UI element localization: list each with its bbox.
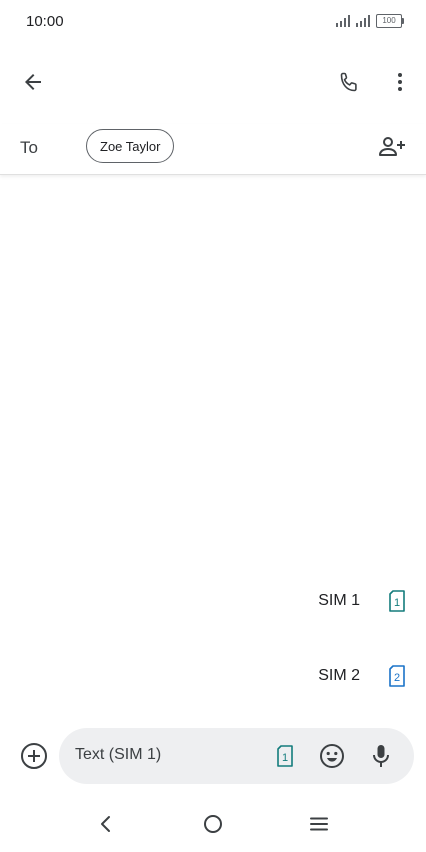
add-recipient-button[interactable]: [372, 127, 412, 167]
sim-card-icon: 1: [277, 745, 293, 767]
nav-back-icon: [101, 816, 110, 832]
battery-icon: 100: [376, 14, 404, 28]
voice-input-button[interactable]: [361, 736, 401, 776]
message-input[interactable]: Text (SIM 1) 1: [59, 728, 414, 784]
sim-option-1[interactable]: SIM 1 1: [318, 586, 406, 616]
nav-home-icon: [204, 815, 222, 833]
screen: 10:00 100 To Zoe Taylor SIM 1 1 SIM 2 2 …: [0, 0, 426, 852]
more-vert-icon: [398, 73, 402, 91]
sim-badge: 1: [394, 597, 400, 609]
emoji-icon: [320, 744, 344, 768]
message-placeholder: Text (SIM 1): [75, 746, 162, 763]
signal-icon: [356, 15, 370, 27]
add-person-icon: [379, 137, 405, 156]
call-button[interactable]: [330, 62, 370, 102]
status-bar: 10:00 100: [0, 0, 426, 44]
sim-badge: 2: [394, 672, 400, 684]
emoji-button[interactable]: [312, 736, 352, 776]
to-label: To: [20, 138, 38, 157]
sim-option-2[interactable]: SIM 2 2: [318, 661, 406, 691]
sim-option-label: SIM 1: [318, 592, 360, 609]
back-button[interactable]: [13, 62, 53, 102]
status-time: 10:00: [26, 13, 64, 30]
more-options-button[interactable]: [380, 62, 420, 102]
sim-option-label: SIM 2: [318, 667, 360, 684]
arrow-back-icon: [25, 74, 41, 90]
signal-icon: [336, 15, 350, 27]
status-icons: 100: [336, 14, 404, 28]
sim-card-icon: 1: [389, 590, 405, 612]
nav-home-button[interactable]: [193, 804, 233, 844]
nav-menu-icon: [310, 817, 328, 831]
attach-button[interactable]: [14, 736, 54, 776]
phone-icon: [340, 72, 357, 92]
sim-card-icon: 2: [389, 665, 405, 687]
recipient-chip[interactable]: Zoe Taylor: [86, 129, 175, 163]
nav-menu-button[interactable]: [299, 804, 339, 844]
sim-badge: 1: [282, 752, 288, 764]
sim-select-button[interactable]: 1: [265, 736, 305, 776]
add-circle-icon: [21, 743, 47, 769]
compose-bar: Text (SIM 1) 1: [0, 728, 426, 786]
app-bar: [0, 56, 426, 108]
microphone-icon: [373, 745, 389, 767]
navigation-bar: [0, 800, 426, 848]
recipient-row: To Zoe Taylor: [0, 124, 426, 175]
nav-back-button[interactable]: [86, 804, 126, 844]
